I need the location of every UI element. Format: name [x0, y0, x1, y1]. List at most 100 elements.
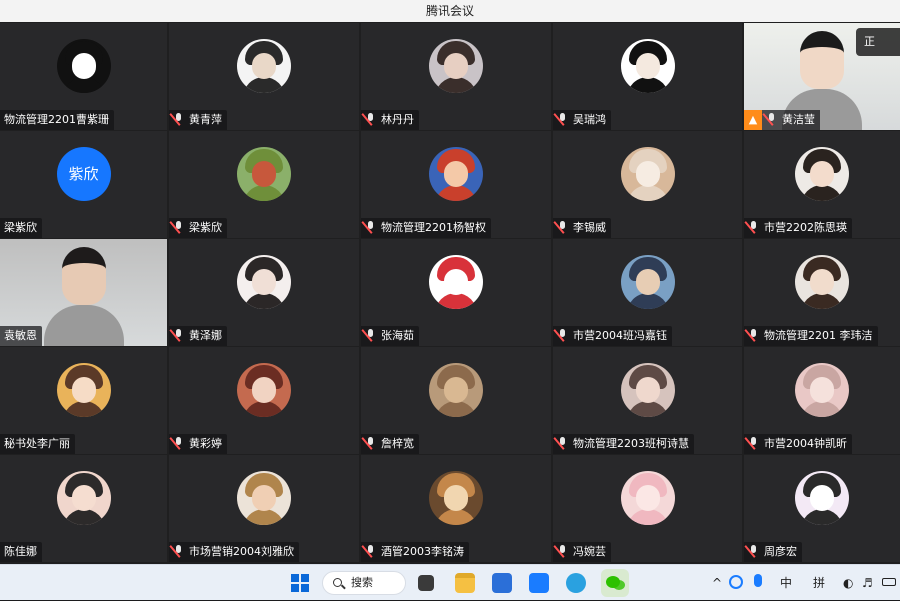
participant-tile[interactable]: 市营2004班冯嘉钰 — [553, 239, 742, 346]
corner-control-button[interactable]: 正 — [856, 28, 900, 56]
participant-avatar — [620, 39, 675, 93]
participant-tile[interactable]: 林丹丹 — [361, 23, 551, 130]
participant-tile[interactable]: 物流管理2201曹紫珊 — [0, 23, 167, 130]
participant-tile[interactable]: 袁敏恩 — [0, 239, 167, 346]
participant-name: 林丹丹 — [381, 113, 414, 126]
participant-name: 李锡威 — [573, 221, 606, 234]
participant-tile[interactable]: 张海茹 — [361, 239, 551, 346]
mic-muted-icon — [365, 113, 377, 125]
participant-name: 市营2004钟凯昕 — [764, 437, 847, 450]
ime-language-indicator[interactable]: 中 — [780, 565, 792, 601]
participant-name-label: 周彦宏 — [744, 542, 802, 562]
participant-tile[interactable]: 黄泽娜 — [169, 239, 359, 346]
participant-tile[interactable]: 秘书处李广丽 — [0, 347, 167, 454]
mic-muted-icon — [748, 221, 760, 233]
participant-tile[interactable]: 梁紫欣 — [169, 131, 359, 238]
host-person-icon: ▲ — [744, 110, 762, 130]
participant-name: 吴瑞鸿 — [573, 113, 606, 126]
participant-tile[interactable]: 紫欣 梁紫欣 — [0, 131, 167, 238]
participant-avatar — [237, 39, 291, 93]
participant-tile[interactable]: 李锡威 — [553, 131, 742, 238]
mic-muted-icon — [173, 545, 185, 557]
mic-muted-icon — [173, 437, 185, 449]
participant-tile[interactable]: 酒管2003李铭涛 — [361, 455, 551, 562]
window-title: 腾讯会议 — [425, 4, 474, 18]
participant-name: 市场营销2004刘雅欣 — [189, 545, 294, 558]
file-explorer-icon[interactable] — [455, 573, 475, 593]
participant-tile[interactable]: 黄青萍 — [169, 23, 359, 130]
participant-name-label: 林丹丹 — [361, 110, 419, 130]
participant-tile[interactable]: 市营2202陈思瑛 — [744, 131, 900, 238]
mic-muted-icon — [766, 113, 778, 125]
participant-name: 物流管理2201 李玮洁 — [764, 329, 873, 342]
participant-avatar — [795, 255, 849, 309]
corner-button-label: 正 — [864, 35, 875, 48]
participant-tile[interactable]: 吴瑞鸿 — [553, 23, 742, 130]
mic-muted-icon — [557, 545, 569, 557]
participant-name-label: 市营2004钟凯昕 — [744, 434, 852, 454]
participant-name-label: 李锡威 — [553, 218, 611, 238]
participant-name: 梁紫欣 — [189, 221, 222, 234]
participant-name-label: 梁紫欣 — [169, 218, 227, 238]
participant-tile[interactable]: 黄彩婷 — [169, 347, 359, 454]
microphone-icon[interactable] — [754, 574, 762, 587]
participant-name: 詹梓宽 — [381, 437, 414, 450]
participant-tile[interactable]: 市营2004钟凯昕 — [744, 347, 900, 454]
windows-start-icon[interactable] — [291, 574, 309, 592]
participant-name-label: 梁紫欣 — [0, 218, 42, 238]
store-icon[interactable] — [492, 573, 512, 593]
participant-avatar — [56, 363, 111, 417]
participant-name: 黄泽娜 — [189, 329, 222, 342]
mic-muted-icon — [173, 113, 185, 125]
participant-avatar — [620, 363, 675, 417]
participant-tile[interactable]: 周彦宏 — [744, 455, 900, 562]
participant-tile[interactable]: 陈佳娜 — [0, 455, 167, 562]
taskbar-search-box[interactable]: 搜索 — [322, 571, 406, 595]
mic-muted-icon — [557, 437, 569, 449]
participant-avatar — [429, 363, 483, 417]
wechat-icon[interactable] — [601, 569, 629, 597]
edge-icon[interactable] — [566, 573, 586, 593]
participant-name-badge: ▲ 黄洁莹 — [744, 110, 820, 130]
tray-overflow-chevron-icon[interactable]: ^ — [712, 565, 722, 601]
participant-tile[interactable]: 冯婉芸 — [553, 455, 742, 562]
participant-name-label: 物流管理2203班柯诗慧 — [553, 434, 694, 454]
wifi-icon[interactable]: ◐ — [843, 565, 853, 601]
participant-name: 酒管2003李铭涛 — [381, 545, 464, 558]
participant-name: 黄青萍 — [189, 113, 222, 126]
participant-avatar — [795, 147, 849, 201]
mic-muted-icon — [557, 113, 569, 125]
participant-name-label: 秘书处李广丽 — [0, 434, 75, 454]
ime-mode-indicator[interactable]: 拼 — [813, 565, 825, 601]
windows-taskbar: 搜索 ^ 中 拼 ◐ ♬ — [0, 564, 900, 600]
mic-muted-icon — [173, 221, 185, 233]
participant-avatar — [237, 147, 291, 201]
participant-name: 梁紫欣 — [4, 221, 37, 234]
volume-icon[interactable]: ♬ — [862, 565, 873, 601]
participant-name-label: 黄青萍 — [169, 110, 227, 130]
window-title-bar: 腾讯会议 — [0, 0, 900, 22]
participant-name-label: 张海茹 — [361, 326, 419, 346]
participant-tile[interactable]: 物流管理2201杨智权 — [361, 131, 551, 238]
task-view-icon[interactable] — [418, 575, 434, 591]
participant-name: 黄彩婷 — [189, 437, 222, 450]
taskbar-search-label: 搜索 — [351, 576, 373, 589]
battery-icon[interactable] — [882, 578, 896, 586]
participant-avatar — [237, 255, 291, 309]
participant-name-label: 酒管2003李铭涛 — [361, 542, 469, 562]
participant-avatar — [795, 363, 849, 417]
participant-tile[interactable]: 詹梓宽 — [361, 347, 551, 454]
meeting-icon[interactable] — [529, 573, 549, 593]
participant-name-label: 物流管理2201 李玮洁 — [744, 326, 878, 346]
tray-app-icon[interactable] — [729, 575, 743, 589]
participant-name-label: 詹梓宽 — [361, 434, 419, 454]
participant-tile[interactable]: 物流管理2203班柯诗慧 — [553, 347, 742, 454]
participant-name-label: 市营2004班冯嘉钰 — [553, 326, 672, 346]
participant-name: 物流管理2203班柯诗慧 — [573, 437, 689, 450]
participant-name: 陈佳娜 — [4, 545, 37, 558]
participant-tile[interactable]: 市场营销2004刘雅欣 — [169, 455, 359, 562]
participant-tile[interactable]: 物流管理2201 李玮洁 — [744, 239, 900, 346]
mic-muted-icon — [365, 329, 377, 341]
participant-name: 物流管理2201杨智权 — [381, 221, 486, 234]
participant-name: 袁敏恩 — [4, 329, 37, 342]
